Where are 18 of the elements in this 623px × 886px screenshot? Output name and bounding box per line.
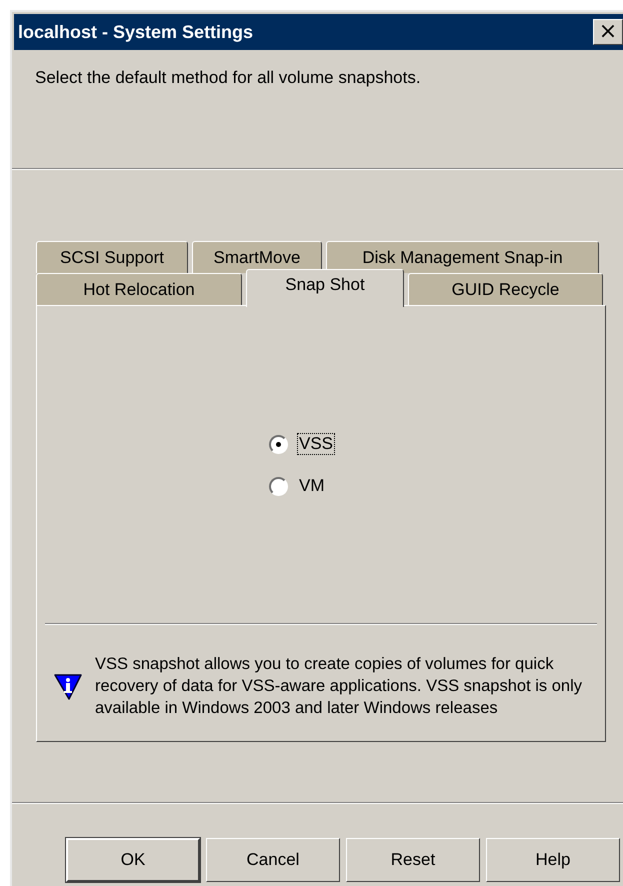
tab[interactable]: Snap Shot <box>246 269 404 307</box>
window-title: localhost - System Settings <box>18 22 254 42</box>
tab[interactable]: SCSI Support <box>36 241 188 273</box>
dialog-button[interactable]: OK <box>66 838 200 882</box>
radio-label[interactable]: VSS <box>298 434 334 454</box>
dialog-button[interactable]: Reset <box>346 838 480 882</box>
tab[interactable]: GUID Recycle <box>408 273 603 305</box>
radio-label[interactable]: VM <box>298 476 326 496</box>
instruction-text: Select the default method for all volume snapshots. <box>35 68 421 87</box>
tab[interactable]: Hot Relocation <box>36 273 242 305</box>
radio-button[interactable] <box>269 434 288 454</box>
close-button[interactable]: × <box>593 19 623 45</box>
radio-button[interactable] <box>269 476 288 496</box>
tab[interactable]: SmartMove <box>192 241 322 273</box>
info-text: VSS snapshot allows you to create copies of volumes for quick recovery of data for VSS-aware applications. VSS snapshot is only available in Windows 2003 and later Windows releases <box>95 654 583 719</box>
dialog-button[interactable]: Help <box>486 838 620 882</box>
dialog-button[interactable]: Cancel <box>206 838 340 882</box>
tab[interactable]: Disk Management Snap-in <box>326 241 599 273</box>
